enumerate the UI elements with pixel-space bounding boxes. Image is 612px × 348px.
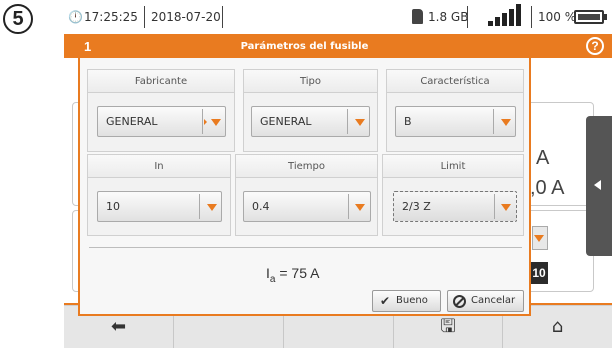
fuse-parameters-dialog: Parámetros del fusible 1 Fabricante GENE… bbox=[78, 34, 531, 316]
dialog-title-bar: Parámetros del fusible bbox=[80, 36, 529, 58]
rated-current-value: 10 bbox=[106, 200, 120, 213]
battery-text: 100 % bbox=[538, 10, 577, 24]
characteristic-value: B bbox=[404, 115, 412, 128]
type-label: Tipo bbox=[244, 70, 377, 93]
dropdown-arrow-icon bbox=[501, 119, 511, 126]
ia-result: Ia = 75 A bbox=[266, 265, 320, 285]
background-value: A bbox=[536, 147, 550, 169]
storage-text: 1.8 GB bbox=[428, 10, 469, 24]
manufacturer-select[interactable]: GENERAL bbox=[97, 106, 226, 137]
divider bbox=[467, 6, 468, 28]
limit-select[interactable]: 2/3 Z bbox=[393, 191, 517, 222]
cancel-icon bbox=[453, 295, 466, 308]
chevron-left-icon bbox=[594, 180, 601, 190]
type-select[interactable]: GENERAL bbox=[251, 106, 370, 137]
cancel-label: Cancelar bbox=[471, 295, 516, 306]
signal-icon bbox=[488, 4, 524, 26]
rated-current-label: In bbox=[88, 155, 230, 178]
manufacturer-value: GENERAL bbox=[106, 115, 158, 128]
ok-label: Bueno bbox=[396, 295, 428, 306]
characteristic-label: Característica bbox=[387, 70, 523, 93]
help-icon[interactable]: ? bbox=[586, 37, 604, 55]
sd-card-icon bbox=[412, 9, 423, 24]
divider bbox=[144, 6, 145, 28]
type-value: GENERAL bbox=[260, 115, 312, 128]
background-select bbox=[532, 226, 548, 250]
status-bar: 🕛 17:25:25 2018-07-20 1.8 GB 100 % ⏚ bbox=[64, 0, 612, 34]
rated-current-group: In 10 bbox=[87, 154, 231, 236]
dialog-number: 1 bbox=[84, 39, 92, 54]
dropdown-arrow-icon bbox=[355, 119, 365, 126]
date-text: 2018-07-20 bbox=[151, 10, 221, 24]
dropdown-arrow-icon bbox=[207, 204, 217, 211]
cancel-button[interactable]: Cancelar bbox=[447, 290, 524, 312]
divider bbox=[531, 6, 532, 28]
time-label: Tiempo bbox=[236, 155, 377, 178]
dropdown-arrow-icon bbox=[501, 204, 511, 211]
time-group: Tiempo 0.4 bbox=[235, 154, 378, 236]
type-group: Tipo GENERAL bbox=[243, 69, 378, 152]
dropdown-arrow-icon bbox=[355, 204, 365, 211]
limit-group: Limit 2/3 Z bbox=[382, 154, 524, 236]
time-value: 0.4 bbox=[252, 200, 270, 213]
clock-icon: 🕛 bbox=[68, 10, 83, 24]
limit-label: Limit bbox=[383, 155, 523, 178]
battery-tip bbox=[604, 14, 607, 20]
time-select[interactable]: 0.4 bbox=[243, 191, 371, 222]
divider bbox=[222, 6, 223, 28]
battery-icon bbox=[574, 10, 604, 24]
rated-current-select[interactable]: 10 bbox=[97, 191, 222, 222]
background-badge: 10 bbox=[530, 262, 548, 284]
limit-value: 2/3 Z bbox=[402, 200, 431, 213]
characteristic-group: Característica B bbox=[386, 69, 524, 152]
time-text: 17:25:25 bbox=[84, 10, 138, 24]
dropdown-arrow-icon bbox=[211, 119, 221, 126]
manufacturer-group: Fabricante GENERAL bbox=[87, 69, 235, 152]
divider bbox=[89, 247, 522, 248]
step-number: 5 bbox=[3, 4, 33, 34]
dialog-title: Parámetros del fusible bbox=[240, 41, 369, 52]
checkmark-icon: ✔ bbox=[379, 294, 391, 308]
notch-icon bbox=[204, 119, 207, 125]
manufacturer-label: Fabricante bbox=[88, 70, 234, 93]
background-value: ,0 A bbox=[530, 177, 565, 199]
characteristic-select[interactable]: B bbox=[395, 106, 516, 137]
ok-button[interactable]: ✔ Bueno bbox=[372, 290, 441, 312]
